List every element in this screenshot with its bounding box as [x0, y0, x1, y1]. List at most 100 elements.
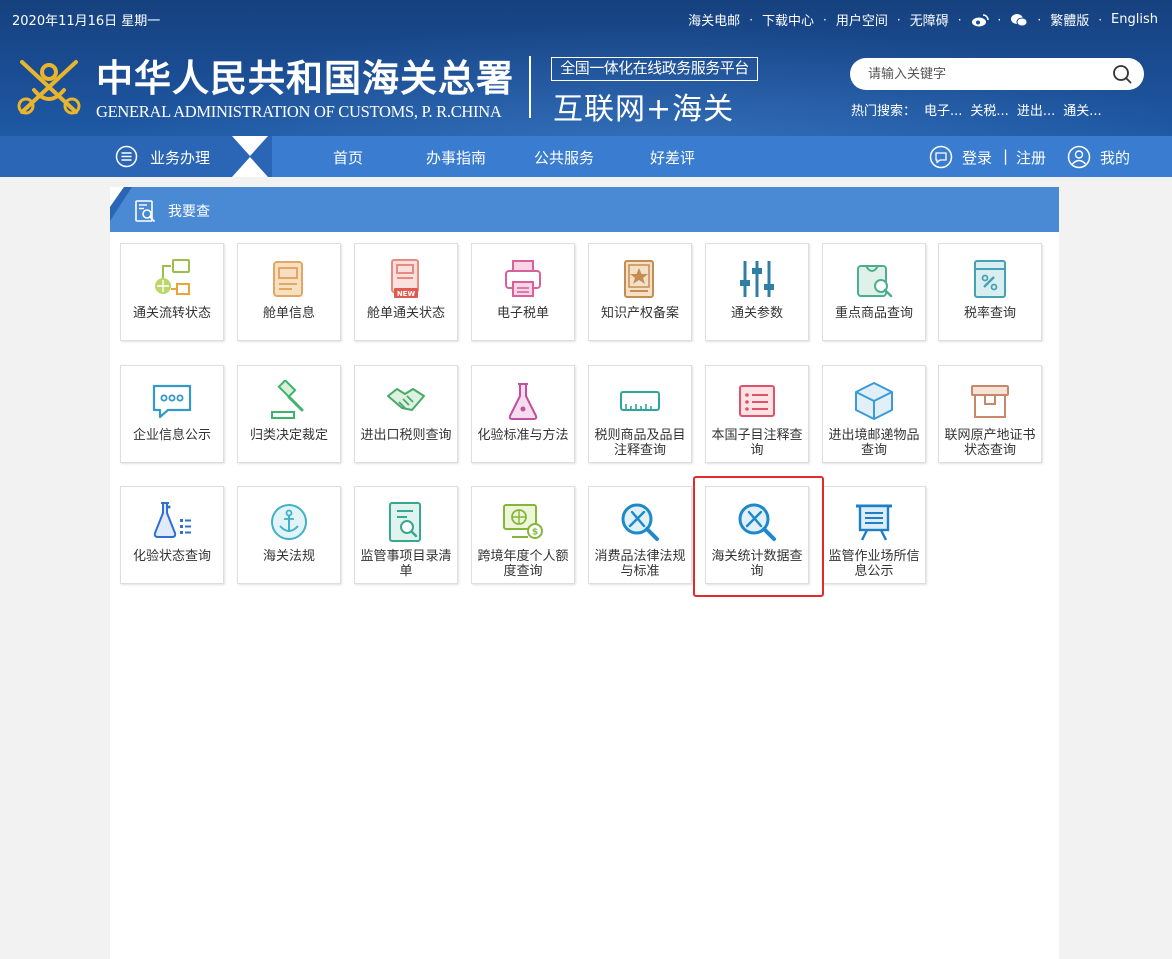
link-user-space[interactable]: 用户空间 [836, 10, 888, 29]
link-accessibility[interactable]: 无障碍 [910, 10, 949, 29]
tile-label: 归类决定裁定 [249, 428, 328, 443]
separator: · [957, 12, 962, 27]
nav-divider: | [1003, 147, 1009, 165]
tile-cross-border-quota[interactable]: $ 跨境年度个人额度查询 [471, 486, 575, 584]
handshake-icon [387, 388, 425, 411]
tile-label: 监管事项目录清单 [360, 549, 452, 579]
tile-label: 舱单通关状态 [366, 306, 445, 321]
site-title-cn: 中华人民共和国海关总署 [96, 56, 514, 100]
chat-dots-icon [152, 384, 192, 419]
tile-lab-standards[interactable]: 化验标准与方法 [471, 365, 575, 463]
tile-postal-items[interactable]: 进出境邮递物品查询 [822, 365, 926, 463]
tile-label: 税率查询 [963, 306, 1016, 321]
bag-search-icon [857, 265, 893, 298]
tile-customs-regulations[interactable]: 海关法规 [237, 486, 341, 584]
tile-origin-certificate[interactable]: 联网原产地证书状态查询 [938, 365, 1042, 463]
tile-label: 重点商品查询 [834, 306, 913, 321]
tile-label: 进出境邮递物品查询 [828, 428, 920, 458]
tile-electronic-tax[interactable]: 电子税单 [471, 243, 575, 341]
tile-supervision-sites[interactable]: 监管作业场所信息公示 [822, 486, 926, 584]
tile-label: 本国子目注释查询 [711, 428, 803, 458]
separator: · [896, 12, 901, 27]
ruler-icon [620, 391, 660, 411]
manifest-new-icon: NEW [391, 259, 419, 298]
tile-label: 海关法规 [262, 549, 315, 564]
tile-tax-rate-query[interactable]: 税率查询 [938, 243, 1042, 341]
tile-label: 通关流转状态 [132, 306, 211, 321]
tile-label: 税则商品及品目注释查询 [594, 428, 686, 458]
link-download[interactable]: 下载中心 [762, 10, 814, 29]
archive-box-icon [971, 385, 1009, 418]
user-icon[interactable] [1067, 145, 1091, 169]
weibo-icon[interactable] [971, 13, 989, 27]
link-traditional[interactable]: 繁體版 [1050, 10, 1089, 29]
customs-emblem-icon[interactable] [12, 50, 86, 122]
wechat-icon[interactable] [1010, 13, 1028, 27]
hot-term[interactable]: 关税... [970, 100, 1008, 119]
tile-label: 消费品法律法规与标准 [594, 549, 686, 579]
hot-term[interactable]: 通关... [1063, 100, 1101, 119]
manifest-icon [273, 261, 303, 297]
tile-supervision-catalog[interactable]: 监管事项目录清单 [354, 486, 458, 584]
chat-icon[interactable] [929, 145, 953, 169]
tile-label: 化验状态查询 [132, 549, 211, 564]
svg-text:$: $ [532, 528, 538, 538]
tile-label: 知识产权备案 [600, 306, 679, 321]
register-link[interactable]: 注册 [1016, 147, 1046, 168]
nav-public-service[interactable]: 公共服务 [534, 147, 594, 168]
tile-label: 通关参数 [730, 306, 783, 321]
my-account-link[interactable]: 我的 [1100, 147, 1130, 168]
tile-customs-flow-status[interactable]: 通关流转状态 [120, 243, 224, 341]
hot-search: 热门搜索： 电子... 关税... 进出... 通关... [851, 100, 1110, 119]
doc-search-icon [389, 502, 421, 542]
search-icon[interactable] [1112, 64, 1132, 84]
separator: · [1037, 12, 1042, 27]
panel-title: 我要查 [168, 204, 210, 220]
magnifier-tools-icon [621, 503, 659, 541]
svg-text:NEW: NEW [397, 290, 416, 298]
tile-key-goods-query[interactable]: 重点商品查询 [822, 243, 926, 341]
hot-term[interactable]: 进出... [1017, 100, 1055, 119]
tile-subheading-notes[interactable]: 本国子目注释查询 [705, 365, 809, 463]
printer-icon [505, 260, 541, 297]
tile-manifest-status[interactable]: NEW 舱单通关状态 [354, 243, 458, 341]
platform-name: 互联网+海关 [553, 92, 735, 127]
site-header: 2020年11月16日 星期一 海关电邮 · 下载中心 · 用户空间 · 无障碍… [0, 0, 1172, 136]
platform-box: 全国一体化在线政务服务平台 [551, 57, 758, 81]
tile-clearance-params[interactable]: 通关参数 [705, 243, 809, 341]
hot-term[interactable]: 电子... [924, 100, 962, 119]
list-card-icon [739, 385, 775, 417]
tile-label: 海关统计数据查询 [711, 549, 803, 579]
tile-label: 跨境年度个人额度查询 [477, 549, 569, 579]
tile-label: 电子税单 [496, 306, 549, 321]
separator: · [823, 12, 827, 27]
hot-search-label: 热门搜索： [851, 104, 917, 119]
tile-tariff-notes-query[interactable]: 税则商品及品目注释查询 [588, 365, 692, 463]
biz-menu-label[interactable]: 业务办理 [150, 147, 210, 168]
lab-list-icon [153, 502, 191, 538]
menu-icon[interactable] [115, 145, 138, 168]
title-divider [529, 56, 531, 118]
box-icon [855, 382, 893, 420]
gavel-icon [271, 380, 304, 419]
tile-manifest-info[interactable]: 舱单信息 [237, 243, 341, 341]
login-link[interactable]: 登录 [962, 147, 992, 168]
link-english[interactable]: English [1111, 12, 1158, 27]
tile-customs-statistics[interactable]: 海关统计数据查询 [705, 486, 809, 584]
tile-classification-ruling[interactable]: 归类决定裁定 [237, 365, 341, 463]
tile-lab-status[interactable]: 化验状态查询 [120, 486, 224, 584]
tile-consumer-goods-law[interactable]: 消费品法律法规与标准 [588, 486, 692, 584]
tile-tariff-query[interactable]: 进出口税则查询 [354, 365, 458, 463]
tile-ip-filing[interactable]: 知识产权备案 [588, 243, 692, 341]
tile-label: 化验标准与方法 [477, 428, 569, 443]
current-date: 2020年11月16日 星期一 [12, 14, 161, 29]
nav-guide[interactable]: 办事指南 [426, 147, 486, 168]
star-certificate-icon [624, 260, 654, 298]
header-wedge [110, 187, 132, 221]
nav-review[interactable]: 好差评 [650, 147, 695, 168]
search-input[interactable] [868, 64, 1108, 84]
nav-home[interactable]: 首页 [333, 147, 363, 168]
tile-label: 进出口税则查询 [360, 428, 452, 443]
tile-enterprise-info[interactable]: 企业信息公示 [120, 365, 224, 463]
link-email[interactable]: 海关电邮 [688, 10, 740, 29]
